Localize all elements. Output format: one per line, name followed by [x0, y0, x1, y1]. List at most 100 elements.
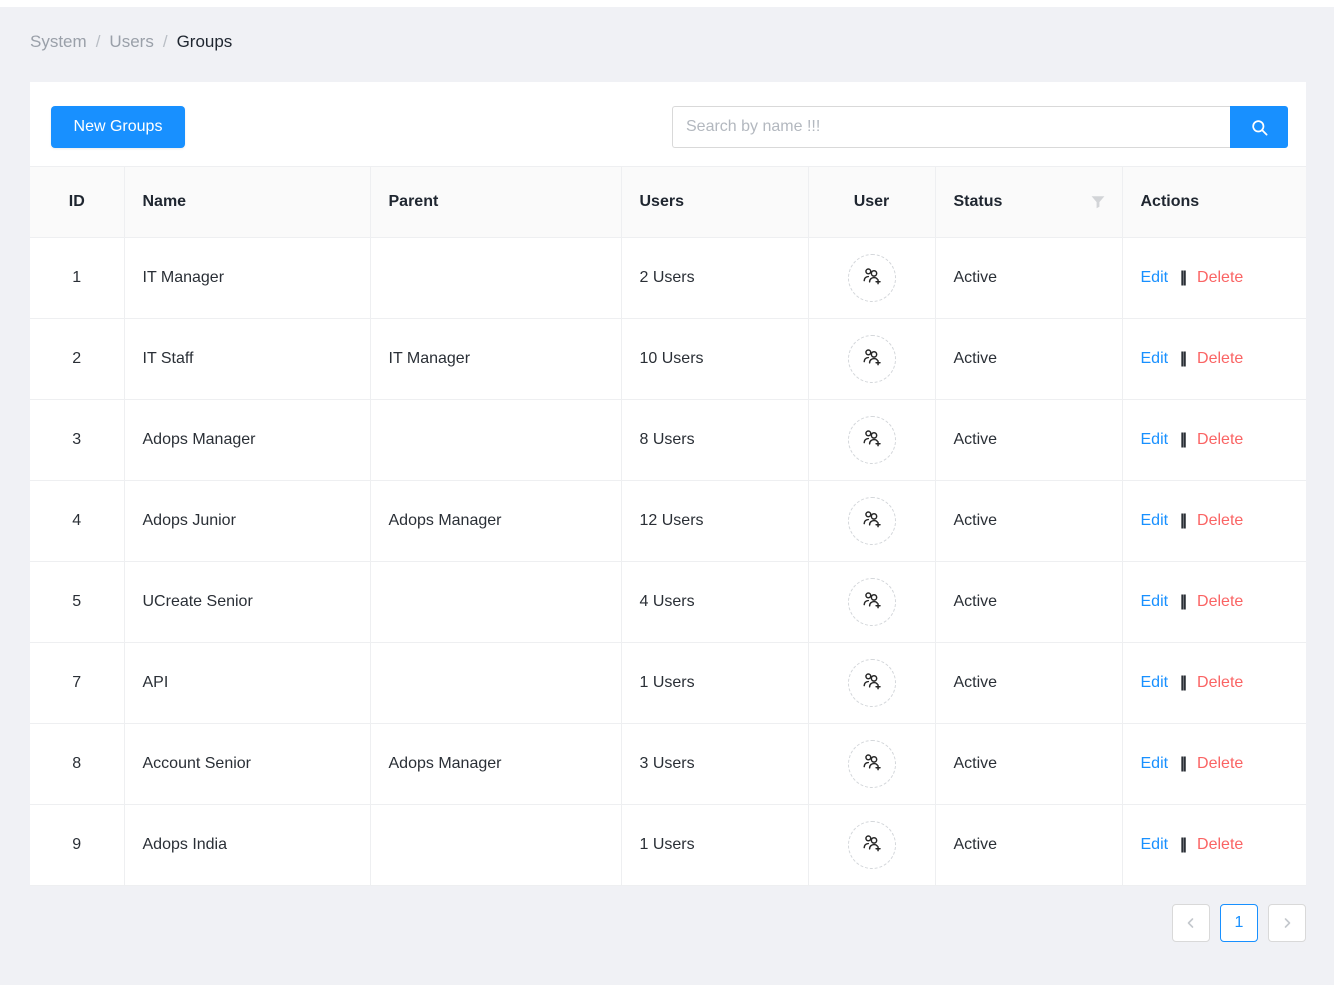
cell-users: 1 Users [621, 804, 809, 886]
filter-icon[interactable] [1090, 194, 1106, 210]
cell-parent [370, 399, 622, 481]
column-header-name: Name [124, 166, 371, 238]
column-header-users: Users [621, 166, 809, 238]
user-add-button[interactable] [847, 659, 896, 707]
user-add-button[interactable] [847, 416, 896, 464]
cell-users: 4 Users [621, 561, 809, 643]
delete-link[interactable]: Delete [1197, 431, 1243, 448]
search-input[interactable] [672, 106, 1230, 148]
column-header-id: ID [30, 166, 125, 238]
table-row: 1 IT Manager 2 Users Active Edit || Delete [30, 237, 1306, 319]
cell-users: 3 Users [621, 723, 809, 805]
cell-user [808, 237, 936, 319]
user-add-icon [861, 346, 883, 373]
edit-link[interactable]: Edit [1141, 269, 1169, 286]
cell-actions: Edit || Delete [1122, 723, 1306, 805]
column-header-actions: Actions [1122, 166, 1306, 238]
cell-parent [370, 642, 622, 724]
page-root: System / Users / Groups New Groups Searc… [0, 7, 1334, 985]
cell-id: 1 [30, 237, 125, 319]
user-add-icon [861, 832, 883, 859]
new-groups-button[interactable]: New Groups [51, 106, 185, 148]
breadcrumb-separator: / [95, 32, 101, 51]
table-row: 5 UCreate Senior 4 Users Active Edit || Delete [30, 561, 1306, 643]
pagination-page-1[interactable]: 1 [1220, 904, 1258, 942]
pagination-prev-button[interactable] [1172, 904, 1210, 942]
table-body: 1 IT Manager 2 Users Active Edit || Delete 2 IT … [30, 237, 1306, 886]
delete-link[interactable]: Delete [1197, 755, 1243, 772]
cell-id: 4 [30, 480, 125, 562]
action-separator: || [1180, 593, 1187, 610]
cell-users: 12 Users [621, 480, 809, 562]
cell-actions: Edit || Delete [1122, 399, 1306, 481]
user-add-button[interactable] [847, 740, 896, 788]
user-add-button[interactable] [847, 497, 896, 545]
cell-name: Adops Junior [124, 480, 371, 562]
user-add-button[interactable] [847, 578, 896, 626]
pagination-next-button[interactable] [1268, 904, 1306, 942]
cell-status: Active [935, 642, 1123, 724]
table-row: 4 Adops Junior Adops Manager 12 Users Active… [30, 480, 1306, 562]
cell-user [808, 318, 936, 400]
user-add-icon [861, 589, 883, 616]
user-add-icon [861, 265, 883, 292]
cell-users: 2 Users [621, 237, 809, 319]
breadcrumb-item-groups: Groups [176, 32, 233, 51]
toolbar: New Groups [30, 82, 1306, 166]
cell-id: 9 [30, 804, 125, 886]
action-separator: || [1180, 350, 1187, 367]
action-separator: || [1180, 512, 1187, 529]
breadcrumb-item-system[interactable]: System [30, 32, 87, 52]
table-row: 3 Adops Manager 8 Users Active Edit || Delete [30, 399, 1306, 481]
column-header-parent: Parent [370, 166, 622, 238]
edit-link[interactable]: Edit [1141, 431, 1169, 448]
action-separator: || [1180, 674, 1187, 691]
column-header-status: Status [935, 166, 1123, 238]
cell-status: Active [935, 399, 1123, 481]
cell-user [808, 642, 936, 724]
edit-link[interactable]: Edit [1141, 593, 1169, 610]
cell-users: 8 Users [621, 399, 809, 481]
cell-name: UCreate Senior [124, 561, 371, 643]
edit-link[interactable]: Edit [1141, 350, 1169, 367]
cell-name: API [124, 642, 371, 724]
delete-link[interactable]: Delete [1197, 512, 1243, 529]
user-add-icon [861, 427, 883, 454]
action-separator: || [1180, 836, 1187, 853]
search-button[interactable] [1230, 106, 1288, 148]
table-row: 8 Account Senior Adops Manager 3 Users Activ… [30, 723, 1306, 805]
user-add-button[interactable] [847, 254, 896, 302]
cell-id: 3 [30, 399, 125, 481]
table-row: 7 API 1 Users Active Edit || Delete [30, 642, 1306, 724]
cell-user [808, 723, 936, 805]
delete-link[interactable]: Delete [1197, 593, 1243, 610]
breadcrumb-item-users[interactable]: Users [109, 32, 153, 52]
action-separator: || [1180, 269, 1187, 286]
cell-name: Adops Manager [124, 399, 371, 481]
table-row: 2 IT Staff IT Manager 10 Users Active Edit || D… [30, 318, 1306, 400]
delete-link[interactable]: Delete [1197, 836, 1243, 853]
edit-link[interactable]: Edit [1141, 512, 1169, 529]
cell-status: Active [935, 804, 1123, 886]
delete-link[interactable]: Delete [1197, 674, 1243, 691]
cell-users: 10 Users [621, 318, 809, 400]
table-row: 9 Adops India 1 Users Active Edit || Delete [30, 804, 1306, 886]
search-icon [1250, 118, 1269, 137]
user-add-button[interactable] [847, 335, 896, 383]
delete-link[interactable]: Delete [1197, 350, 1243, 367]
cell-name: Account Senior [124, 723, 371, 805]
chevron-right-icon [1281, 917, 1293, 929]
groups-table: ID Name Parent Users User Status Actions [30, 166, 1306, 886]
column-header-user: User [808, 166, 936, 238]
cell-actions: Edit || Delete [1122, 318, 1306, 400]
user-add-button[interactable] [847, 821, 896, 869]
cell-user [808, 561, 936, 643]
pagination: 1 [1172, 904, 1306, 942]
cell-actions: Edit || Delete [1122, 804, 1306, 886]
action-separator: || [1180, 755, 1187, 772]
edit-link[interactable]: Edit [1141, 836, 1169, 853]
delete-link[interactable]: Delete [1197, 269, 1243, 286]
edit-link[interactable]: Edit [1141, 674, 1169, 691]
cell-status: Active [935, 723, 1123, 805]
edit-link[interactable]: Edit [1141, 755, 1169, 772]
